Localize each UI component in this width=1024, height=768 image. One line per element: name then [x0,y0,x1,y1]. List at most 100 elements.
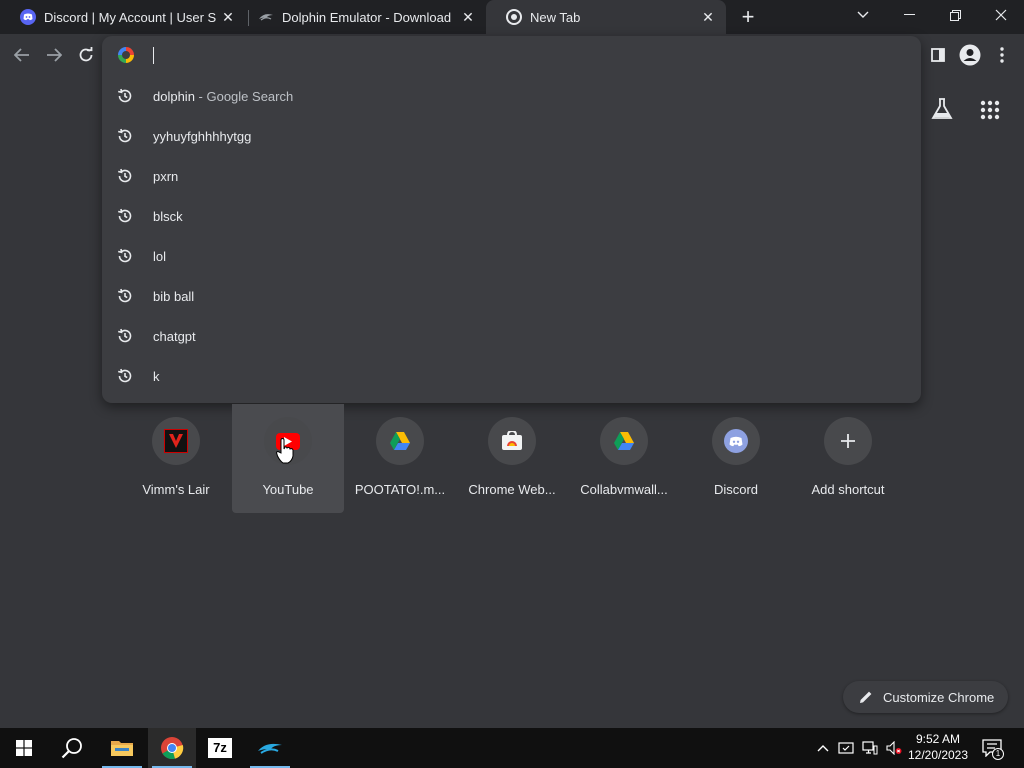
folder-icon [111,741,133,756]
shortcut-label: Add shortcut [811,482,885,497]
shortcut-label: Discord [713,482,759,497]
suggestion-text: lol [153,248,167,264]
forward-button[interactable] [40,42,68,68]
history-icon [118,288,132,303]
tab-dolphin[interactable]: Dolphin Emulator - Download ✕ [238,0,486,34]
chrome-web-store-icon [502,431,522,450]
shortcut-icon-container [712,417,760,465]
security-icon[interactable] [838,740,854,756]
chevron-down-icon [857,11,869,18]
history-icon [118,88,132,103]
shortcut-icon-container [600,417,648,465]
search-icon [61,738,82,759]
omnibox-dropdown: dolphin - Google Search yyhuyfghhhhytgg … [102,36,921,403]
back-arrow-icon [14,48,29,62]
tab-title: Dolphin Emulator - Download [282,9,452,25]
chrome-taskbar-button[interactable] [148,728,196,768]
reload-icon [79,47,93,62]
minimize-icon [903,14,915,15]
google-icon [118,47,134,63]
shortcut-label: Collabvmwall... [580,482,668,497]
suggestion-item[interactable]: lol [102,236,921,276]
7zip-icon: 7z [208,738,232,758]
7zip-button[interactable]: 7z [196,728,244,768]
suggestion-item[interactable]: yyhuyfghhhhytgg [102,116,921,156]
back-button[interactable] [8,42,36,68]
suggestion-item[interactable]: k [102,356,921,396]
suggestion-text: dolphin [153,88,195,104]
shortcut-icon-container [824,417,872,465]
chrome-labs-icon[interactable] [930,97,954,121]
shortcut-icon-container [152,417,200,465]
history-icon [118,368,132,383]
new-tab-button[interactable]: + [736,4,760,30]
restore-button[interactable] [932,0,978,30]
profile-button[interactable] [956,42,984,68]
more-vert-icon [1000,47,1004,63]
side-panel-button[interactable] [924,42,952,68]
pencil-icon [860,691,872,703]
shortcut-label: POOTATO!.m... [354,482,446,497]
chrome-icon [506,9,522,25]
shortcut-add[interactable]: Add shortcut [792,404,904,513]
network-icon[interactable] [862,740,878,756]
shortcut-icon-container [488,417,536,465]
google-apps-icon[interactable] [980,100,1000,120]
tab-discord[interactable]: Discord | My Account | User Settings ✕ [0,0,246,34]
avatar-icon [959,44,981,66]
history-icon [118,128,132,143]
clock[interactable]: 9:52 AM 12/20/2023 [900,731,976,763]
plus-icon [841,434,855,448]
shortcut-label: YouTube [262,482,314,497]
clock-date: 12/20/2023 [907,748,969,762]
suggestion-item[interactable]: chatgpt [102,316,921,356]
address-bar[interactable] [102,36,921,74]
text-cursor [153,47,154,64]
shortcut-icon-container [376,417,424,465]
tab-new-tab[interactable]: New Tab ✕ [486,0,726,34]
google-drive-icon [614,432,634,450]
close-tab-icon[interactable]: ✕ [460,9,476,25]
side-panel-icon [931,48,945,62]
suggestion-text: pxrn [153,168,179,184]
reload-button[interactable] [72,42,100,68]
customize-chrome-button[interactable]: Customize Chrome [843,681,1008,713]
suggestion-item[interactable]: dolphin - Google Search [102,76,921,116]
tab-strip: Discord | My Account | User Settings ✕ D… [0,0,1024,34]
dolphin-icon [258,743,282,754]
history-icon [118,328,132,343]
shortcut-collabvmwall[interactable]: Collabvmwall... [568,404,680,513]
notification-badge: 1 [992,748,1004,760]
shortcut-youtube[interactable]: YouTube [232,404,344,513]
dolphin-taskbar-button[interactable] [246,728,294,768]
forward-arrow-icon [47,48,62,62]
suggestion-text: chatgpt [153,328,196,344]
suggestion-item[interactable]: pxrn [102,156,921,196]
close-window-button[interactable] [978,0,1024,30]
shortcut-chrome-web-store[interactable]: Chrome Web... [456,404,568,513]
suggestion-item[interactable]: bib ball [102,276,921,316]
shortcut-discord[interactable]: Discord [680,404,792,513]
close-tab-icon[interactable]: ✕ [700,9,716,25]
hand-cursor-icon [276,438,294,464]
minimize-button[interactable] [886,0,932,30]
suggestion-text: yyhuyfghhhhytgg [153,128,252,144]
shortcut-pootato[interactable]: POOTATO!.m... [344,404,456,513]
tab-title: Discord | My Account | User Settings [44,9,216,25]
restore-icon [949,9,961,21]
shortcut-label: Vimm's Lair [142,482,210,497]
search-button[interactable] [48,728,96,768]
history-icon [118,168,132,183]
windows-icon [16,740,32,756]
tray-overflow-chevron-icon[interactable] [815,740,831,756]
tab-search-button[interactable] [840,0,886,30]
discord-icon [724,429,748,453]
suggestion-item[interactable]: blsck [102,196,921,236]
shortcut-vimms-lair[interactable]: Vimm's Lair [120,404,232,513]
tab-title: New Tab [530,9,581,25]
file-explorer-button[interactable] [98,728,146,768]
menu-button[interactable] [988,42,1016,68]
google-drive-icon [390,432,410,450]
start-button[interactable] [0,728,48,768]
close-tab-icon[interactable]: ✕ [220,9,236,25]
